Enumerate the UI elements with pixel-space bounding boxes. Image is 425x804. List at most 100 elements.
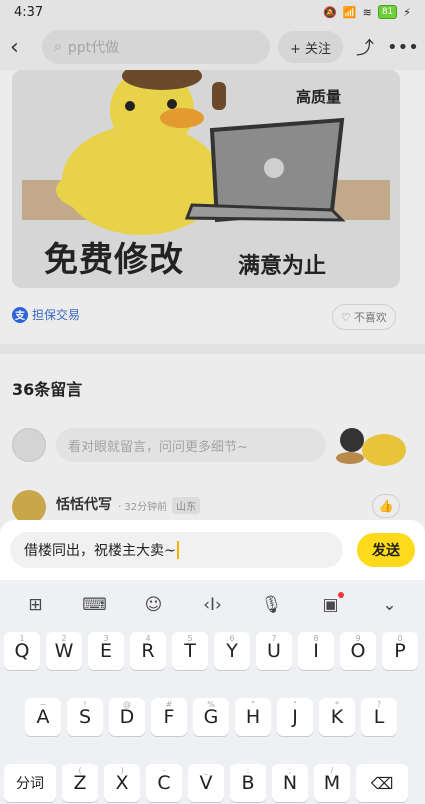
battery-icon: 81	[377, 5, 398, 19]
comment-placeholder: 看对眼就留言，问问更多细节~	[68, 439, 248, 455]
key-label: Y	[226, 640, 238, 662]
key-u[interactable]: 7U	[256, 632, 292, 670]
cursor-move-icon[interactable]: ‹I›	[193, 590, 233, 620]
signal-icon: 📶	[342, 5, 357, 19]
key-d[interactable]: @ D	[109, 698, 145, 736]
guarantee-icon: 支	[12, 306, 28, 323]
key-r[interactable]: 4R	[130, 632, 166, 670]
key-alt-label: 8	[313, 634, 319, 643]
keyboard-row-3: 分词 (Z) X - C _ V: B; N / M ⌫	[4, 764, 408, 802]
key-label: T	[184, 640, 196, 662]
key-b[interactable]: :B	[230, 764, 266, 802]
key-k[interactable]: * K	[319, 698, 355, 736]
key-q[interactable]: 1Q	[4, 632, 40, 670]
key-alt-label: ;	[288, 766, 292, 775]
key-p[interactable]: 0P	[382, 632, 418, 670]
key-s[interactable]: ! S	[67, 698, 103, 736]
key-c[interactable]: -C	[146, 764, 182, 802]
key-y[interactable]: 6Y	[214, 632, 250, 670]
key-label: I	[313, 640, 319, 662]
key-alt-label: 6	[229, 634, 235, 643]
search-bar[interactable]: ⌕ ppt代做	[42, 30, 270, 64]
key-alt-label: %	[207, 700, 215, 709]
key-g[interactable]: % G	[193, 698, 229, 736]
backspace-icon[interactable]: ⌫	[356, 764, 408, 802]
key-v[interactable]: _ V	[188, 764, 224, 802]
search-icon: ⌕	[54, 39, 62, 55]
key-label: G	[203, 706, 219, 728]
key-alt-label: "	[251, 700, 255, 709]
microphone-icon[interactable]: 🎙	[252, 590, 292, 620]
reply-input[interactable]: 借楼同出，祝楼主大卖~	[10, 532, 343, 568]
key-alt-label: ?	[376, 700, 382, 709]
key-alt-label: 3	[103, 634, 109, 643]
grid-menu-icon[interactable]: ⊞	[16, 590, 56, 620]
key-n[interactable]: ; N	[272, 764, 308, 802]
key-w[interactable]: 2W	[46, 632, 82, 670]
comment-time: · 32分钟前	[118, 502, 168, 513]
keyboard-layout-icon[interactable]: ⌨	[75, 590, 115, 620]
status-bar: 4:37 🔕 📶 ≋ 81 ⚡	[0, 0, 425, 24]
comment-input[interactable]: 看对眼就留言，问问更多细节~	[56, 428, 326, 462]
key-label: F	[163, 706, 175, 728]
emoji-icon[interactable]: ☺	[134, 590, 174, 620]
key-alt-label: -	[162, 766, 166, 775]
key-z[interactable]: (Z	[62, 764, 98, 802]
key-label: C	[157, 772, 171, 794]
mi-keyboard-icon[interactable]: ▣	[311, 590, 351, 620]
key-label: V	[199, 772, 213, 794]
key-label: Q	[14, 640, 30, 662]
guarantee-label: 担保交易	[32, 308, 81, 322]
dislike-button[interactable]: ♡ 不喜欢	[332, 304, 396, 330]
follow-button[interactable]: + 关注	[277, 31, 343, 63]
commenter-name[interactable]: 恬恬代写	[56, 494, 112, 514]
wifi-icon: ≋	[362, 5, 372, 19]
key-alt-label: 5	[187, 634, 193, 643]
back-icon[interactable]: ‹	[10, 35, 34, 60]
charging-icon: ⚡	[403, 5, 411, 19]
like-icon[interactable]: 👍	[372, 494, 400, 518]
key-h[interactable]: " H	[235, 698, 271, 736]
key-x[interactable]: ) X	[104, 764, 140, 802]
send-button[interactable]: 发送	[357, 533, 415, 567]
key-label: M	[323, 772, 341, 794]
keyboard-row-1: 1Q2W3E4R5T6Y7U8I9O0P	[4, 632, 418, 670]
my-avatar	[12, 428, 46, 462]
section-divider	[0, 344, 425, 354]
key-o[interactable]: 9O	[340, 632, 376, 670]
key-alt-label: :	[246, 766, 250, 775]
key-alt-label: "	[293, 700, 297, 709]
key-label: U	[267, 640, 281, 662]
key-label: J	[292, 706, 298, 728]
keyboard: ⊞ ⌨ ☺ ‹I› 🎙 ▣ ⌄ 1Q2W3E4R5T6Y7U8I9O0P ~ A!…	[0, 580, 425, 804]
keyboard-toolbar: ⊞ ⌨ ☺ ‹I› 🎙 ▣ ⌄	[0, 580, 425, 630]
key-e[interactable]: 3E	[88, 632, 124, 670]
guarantee-badge[interactable]: 支 担保交易	[12, 306, 80, 323]
search-placeholder: ppt代做	[67, 40, 120, 56]
text-caret	[176, 541, 179, 559]
collapse-keyboard-icon[interactable]: ⌄	[370, 590, 410, 620]
key-j[interactable]: " J	[277, 698, 313, 736]
more-icon[interactable]: •••	[387, 37, 419, 58]
key-m[interactable]: / M	[314, 764, 350, 802]
key-a[interactable]: ~ A	[25, 698, 61, 736]
segment-key[interactable]: 分词	[4, 764, 56, 802]
key-label: A	[36, 706, 50, 728]
commenter-avatar[interactable]	[12, 490, 46, 524]
key-label: E	[99, 640, 112, 662]
key-alt-label: @	[123, 700, 131, 709]
key-label: R	[141, 640, 155, 662]
key-label: K	[330, 706, 344, 728]
top-nav: ‹ ⌕ ppt代做 + 关注 ⤴ •••	[0, 24, 425, 70]
key-f[interactable]: # F	[151, 698, 187, 736]
key-alt-label: 0	[397, 634, 403, 643]
key-label: X	[115, 772, 129, 794]
key-t[interactable]: 5T	[172, 632, 208, 670]
key-alt-label: )	[120, 766, 124, 775]
image-text-free: 免费修改	[44, 240, 184, 280]
key-l[interactable]: ? L	[361, 698, 397, 736]
key-label: L	[373, 706, 385, 728]
image-text-quality: 高质量	[296, 88, 342, 106]
share-icon[interactable]: ⤴	[351, 34, 379, 60]
key-i[interactable]: 8I	[298, 632, 334, 670]
